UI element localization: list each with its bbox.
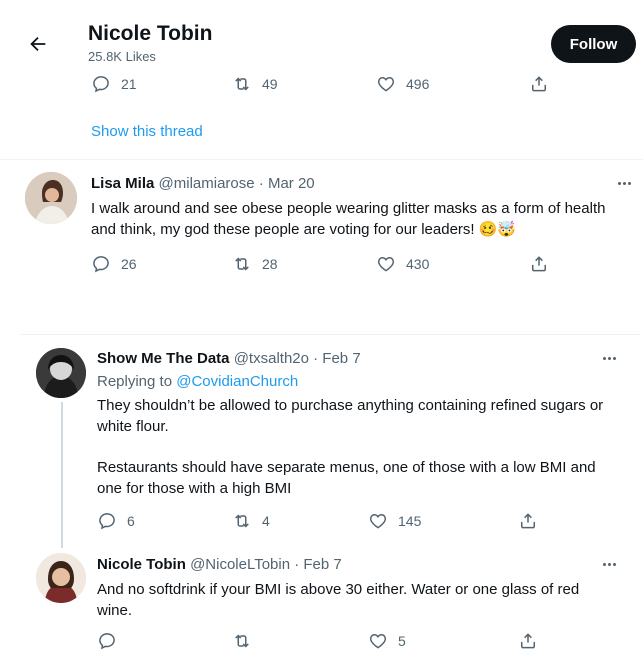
author-name[interactable]: Show Me The Data: [97, 350, 230, 367]
replying-to-label: Replying to: [97, 373, 173, 390]
reply-action[interactable]: 6: [97, 511, 135, 531]
follow-label: Follow: [569, 35, 618, 53]
like-action[interactable]: 496: [376, 74, 429, 94]
tweet-date[interactable]: · Mar 20: [259, 175, 315, 192]
retweet-action[interactable]: [232, 631, 262, 651]
tweet-text: They shouldn’t be allowed to purchase an…: [97, 397, 604, 435]
tweet-text: I walk around and see obese people weari…: [91, 200, 606, 238]
tweet-date[interactable]: · Feb 7: [294, 556, 342, 573]
like-count: 145: [398, 513, 422, 529]
profile-likes-count: 25.8K Likes: [88, 49, 156, 64]
reply-count: 26: [121, 256, 137, 272]
reply-action[interactable]: 26: [91, 254, 137, 274]
profile-name: Nicole Tobin: [88, 22, 213, 45]
retweet-count: 4: [262, 513, 270, 529]
retweet-icon: [232, 74, 252, 94]
like-action[interactable]: 145: [368, 511, 421, 531]
share-icon: [518, 631, 538, 651]
author-handle[interactable]: @txsalth2o: [234, 350, 309, 367]
author-handle[interactable]: @milamiarose: [159, 175, 255, 192]
like-count: 5: [398, 633, 406, 649]
retweet-icon: [232, 254, 252, 274]
like-action[interactable]: 5: [368, 631, 406, 651]
emoji: 🥴🤯: [478, 221, 517, 238]
divider: [0, 159, 643, 160]
author-name[interactable]: Nicole Tobin: [97, 556, 186, 573]
reply-action[interactable]: 21: [91, 74, 137, 94]
share-icon: [529, 74, 549, 94]
reply-count: 21: [121, 76, 137, 92]
back-arrow-icon[interactable]: [27, 33, 49, 55]
heart-icon: [376, 74, 396, 94]
share-action[interactable]: [529, 254, 549, 274]
heart-icon: [368, 511, 388, 531]
avatar[interactable]: [36, 348, 86, 398]
more-options-icon[interactable]: [603, 563, 616, 566]
author-handle[interactable]: @NicoleLTobin: [190, 556, 290, 573]
replying-to-handle[interactable]: @CovidianChurch: [176, 373, 298, 390]
like-count: 430: [406, 256, 430, 272]
reply-icon: [91, 74, 111, 94]
author-name[interactable]: Lisa Mila: [91, 175, 154, 192]
share-action[interactable]: [529, 74, 549, 94]
retweet-icon: [232, 511, 252, 531]
like-action[interactable]: 430: [376, 254, 429, 274]
share-icon: [518, 511, 538, 531]
retweet-action[interactable]: 4: [232, 511, 270, 531]
heart-icon: [376, 254, 396, 274]
reply-icon: [91, 254, 111, 274]
reply-icon: [97, 511, 117, 531]
reply-action[interactable]: [97, 631, 127, 651]
tweet-text: Restaurants should have separate menus, …: [97, 459, 596, 497]
retweet-count: 49: [262, 76, 278, 92]
share-icon: [529, 254, 549, 274]
share-action[interactable]: [518, 511, 538, 531]
tweet-date[interactable]: · Feb 7: [313, 350, 361, 367]
reply-icon: [97, 631, 117, 651]
retweet-action[interactable]: 49: [232, 74, 278, 94]
like-count: 496: [406, 76, 430, 92]
retweet-icon: [232, 631, 252, 651]
thread-line: [61, 402, 63, 548]
retweet-action[interactable]: 28: [232, 254, 278, 274]
retweet-count: 28: [262, 256, 278, 272]
more-options-icon[interactable]: [618, 182, 631, 185]
avatar[interactable]: [36, 553, 86, 603]
reply-count: 6: [127, 513, 135, 529]
avatar[interactable]: [25, 172, 77, 224]
more-options-icon[interactable]: [603, 357, 616, 360]
share-action[interactable]: [518, 631, 538, 651]
tweet-text: And no softdrink if your BMI is above 30…: [97, 581, 580, 619]
heart-icon: [368, 631, 388, 651]
follow-button[interactable]: Follow: [551, 25, 636, 63]
show-thread-link[interactable]: Show this thread: [91, 123, 203, 140]
